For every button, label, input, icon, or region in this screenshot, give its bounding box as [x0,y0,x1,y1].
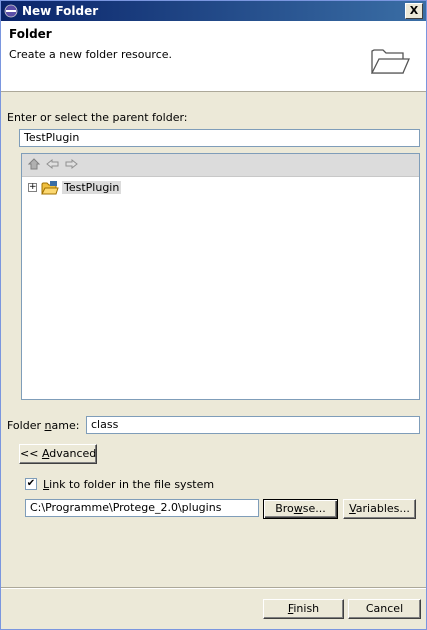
tree-toolbar [22,154,419,177]
variables-button[interactable]: Variables... [343,499,416,519]
expand-toggle[interactable]: + [28,183,37,192]
folder-tree[interactable]: + TestPlugin [21,153,420,400]
close-button[interactable]: X [405,3,423,19]
folder-name-input[interactable]: class [86,416,420,434]
eclipse-app-icon [4,4,18,18]
footer-separator [1,587,426,589]
header-title: Folder [9,27,52,41]
header-description: Create a new folder resource. [9,48,173,61]
browse-button[interactable]: Browse... [263,499,338,519]
link-checkbox-label[interactable]: Link to folder in the file system [43,478,214,491]
title-bar: New Folder X [1,1,426,21]
window-title: New Folder [22,4,99,18]
wizard-header: Folder Create a new folder resource. [1,21,426,92]
cancel-button[interactable]: Cancel [348,599,421,619]
advanced-button[interactable]: << Advanced [19,444,97,464]
finish-button[interactable]: Finish [263,599,344,619]
link-checkbox[interactable]: ✔ [25,478,37,490]
folder-name-label: Folder name: [7,419,80,432]
home-icon[interactable] [27,157,41,171]
tree-item-label[interactable]: TestPlugin [62,181,122,194]
parent-folder-input[interactable]: TestPlugin [19,129,420,147]
new-folder-dialog: New Folder X Folder Create a new folder … [0,0,427,630]
forward-arrow-icon[interactable] [64,157,78,171]
parent-folder-label: Enter or select the parent folder: [7,111,188,124]
project-folder-icon [41,180,59,196]
open-folder-icon [370,43,410,77]
back-arrow-icon[interactable] [46,157,60,171]
link-path-input[interactable]: C:\Programme\Protege_2.0\plugins [25,499,259,517]
